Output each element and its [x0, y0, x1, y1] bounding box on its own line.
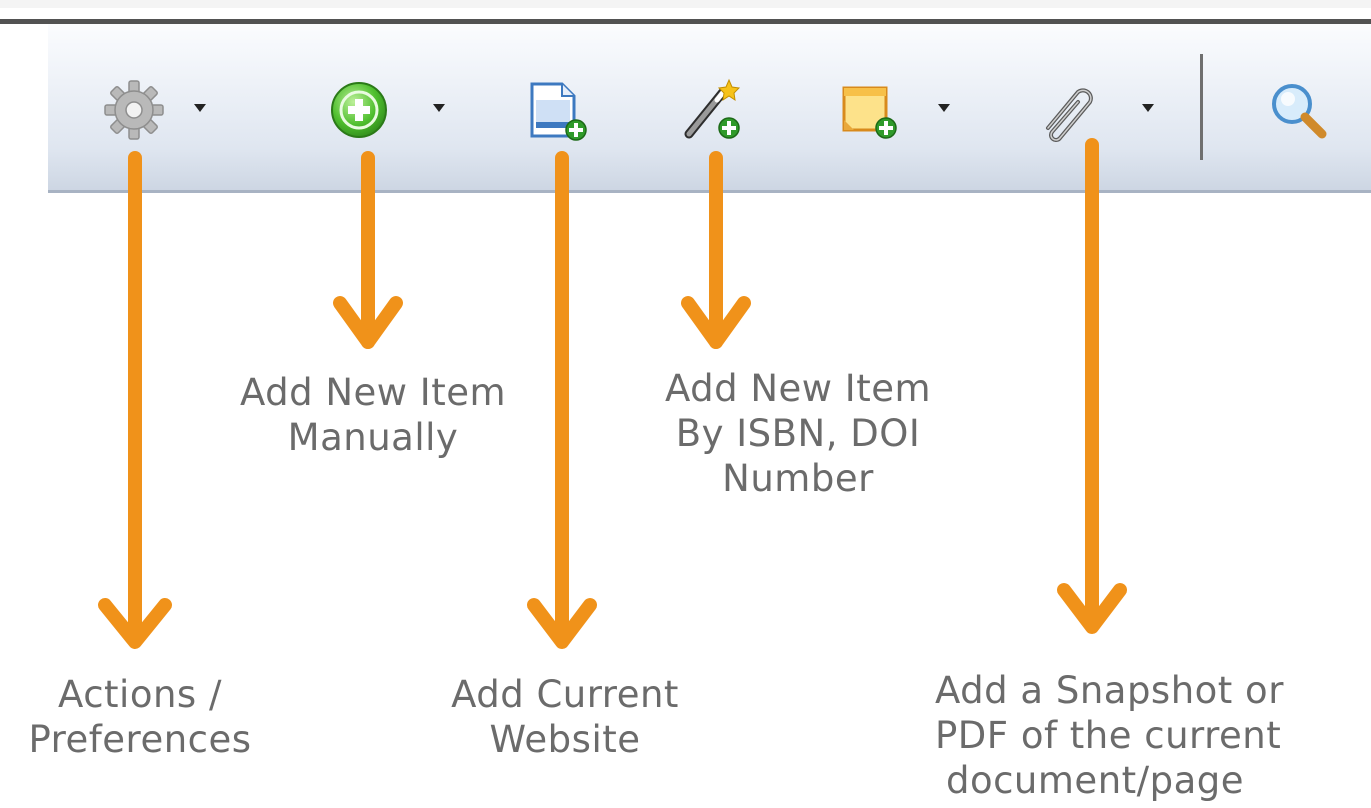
search-button[interactable]	[1260, 24, 1360, 190]
label-line: Add Current	[451, 673, 679, 716]
label-add-new-item-by-id: Add New Item By ISBN, DOI Number	[628, 366, 968, 501]
label-line: Actions /	[58, 673, 222, 716]
actions-button[interactable]	[96, 24, 246, 190]
label-line: Website	[489, 718, 641, 761]
add-attachment-button[interactable]	[1030, 24, 1160, 190]
label-line: Preferences	[28, 718, 252, 761]
new-item-dropdown-arrow[interactable]	[433, 104, 445, 112]
label-line: Add New Item	[239, 371, 507, 414]
new-note-dropdown-arrow[interactable]	[938, 104, 950, 112]
toolbar	[48, 24, 1371, 193]
label-add-snapshot-pdf: Add a Snapshot or PDF of the current doc…	[935, 668, 1284, 803]
paperclip-icon	[1046, 88, 1093, 142]
label-line: Manually	[287, 416, 459, 459]
arrow-add-snapshot	[1057, 138, 1127, 634]
add-circle-icon	[331, 82, 387, 138]
arrow-actions	[98, 151, 172, 649]
magic-wand-icon	[684, 78, 741, 139]
arrow-add-website	[527, 151, 597, 649]
label-add-new-item-manually: Add New Item Manually	[208, 370, 538, 460]
add-note-icon	[842, 86, 897, 139]
window-top-edge	[0, 0, 1371, 8]
label-add-current-website: Add Current Website	[415, 672, 715, 762]
label-line: document/page	[945, 759, 1245, 802]
label-line: By ISBN, DOI	[675, 412, 921, 455]
label-line: Add New Item	[664, 367, 932, 410]
new-item-button[interactable]	[323, 24, 458, 190]
gear-icon	[104, 80, 164, 140]
label-line: PDF of the current	[935, 714, 1282, 757]
save-current-page-button[interactable]	[518, 24, 598, 190]
toolbar-separator	[1200, 54, 1203, 160]
label-line: Add a Snapshot or	[935, 669, 1284, 712]
add-page-icon	[530, 82, 587, 141]
attachment-dropdown-arrow[interactable]	[1142, 104, 1154, 112]
label-actions-preferences: Actions / Preferences	[0, 672, 280, 762]
new-note-button[interactable]	[830, 24, 955, 190]
search-icon	[1272, 84, 1327, 139]
actions-dropdown-arrow[interactable]	[194, 104, 206, 112]
label-line: Number	[722, 457, 874, 500]
add-by-identifier-button[interactable]	[673, 24, 763, 190]
